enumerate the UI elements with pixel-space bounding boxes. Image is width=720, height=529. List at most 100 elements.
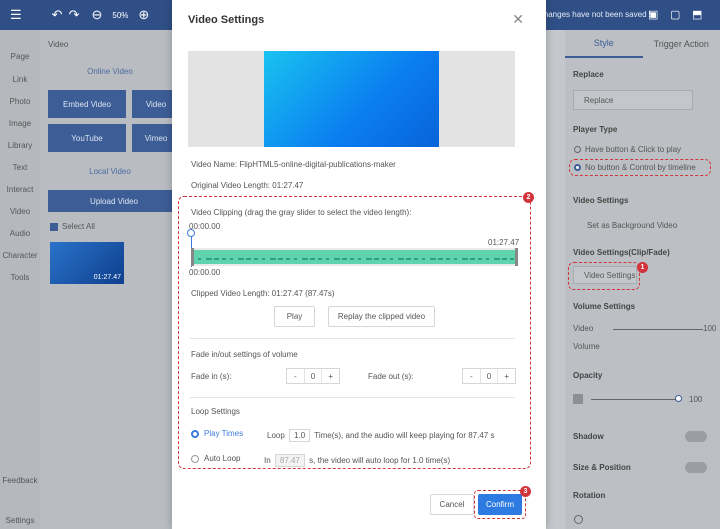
online-video-title: Online Video	[87, 67, 133, 76]
cancel-button[interactable]: Cancel	[430, 494, 474, 515]
waveform-segment	[318, 258, 322, 260]
video-volume-slider[interactable]	[613, 329, 703, 330]
nav-link[interactable]: Link	[0, 75, 40, 84]
video-panel: Video Online Video Embed Video Video You…	[40, 30, 180, 529]
waveform-segment	[486, 258, 489, 260]
tab-style[interactable]: Style	[565, 30, 643, 58]
waveform-segment	[422, 258, 425, 260]
opacity-value: 100	[689, 395, 703, 404]
close-icon[interactable]: ✕	[512, 11, 524, 28]
fade-in-value[interactable]: 0	[303, 369, 323, 383]
waveform-segment	[294, 258, 297, 260]
auto-loop-radio[interactable]	[191, 455, 199, 463]
waveform-segment	[470, 258, 475, 260]
waveform-segment	[334, 258, 340, 260]
replay-clipped-button[interactable]: Replay the clipped video	[328, 306, 435, 327]
waveform-segment	[326, 258, 329, 260]
redo-icon[interactable]: ↷	[69, 7, 80, 23]
upload-video-button[interactable]: Upload Video	[48, 190, 180, 212]
nav-interact[interactable]: Interact	[0, 185, 40, 194]
menu-icon[interactable]: ☰	[10, 7, 22, 23]
waveform-segment	[438, 258, 443, 260]
loop-count-input[interactable]: 1.0	[289, 429, 311, 442]
clip-start-handle[interactable]	[187, 229, 195, 237]
waveform-segment	[302, 258, 308, 260]
fade-in-plus[interactable]: +	[322, 369, 339, 383]
replace-button[interactable]: Replace	[573, 90, 693, 110]
dialog-title: Video Settings	[188, 14, 265, 26]
nav-character[interactable]: Character	[0, 251, 40, 260]
annotation-player-type	[569, 159, 711, 176]
publish-icon[interactable]: ⬒	[692, 8, 702, 21]
volume-label: Volume	[573, 342, 600, 351]
auto-loop-input[interactable]: 87.47	[274, 454, 305, 467]
opacity-slider[interactable]	[591, 399, 679, 400]
youtube-button[interactable]: YouTube	[48, 124, 126, 152]
timeline-bottom-time: 00:00.00	[189, 268, 221, 277]
waveform-segment	[414, 258, 418, 260]
waveform-segment	[270, 258, 276, 260]
volume-settings-label: Volume Settings	[573, 302, 636, 311]
clip-right-handle[interactable]	[515, 248, 518, 266]
auto-loop-label: Auto Loop	[204, 454, 241, 463]
zoom-in-icon[interactable]: ⊕	[138, 7, 149, 23]
fade-in-minus[interactable]: -	[287, 369, 304, 383]
select-all-checkbox[interactable]	[50, 223, 58, 231]
clip-left-handle[interactable]	[191, 248, 194, 266]
unsaved-notice: Changes have not been saved !	[538, 10, 651, 19]
thumbnail-duration: 01:27.47	[93, 274, 121, 281]
save-icon[interactable]: ▣	[648, 8, 658, 21]
fade-in-stepper[interactable]: - 0 +	[286, 368, 340, 384]
nav-audio[interactable]: Audio	[0, 229, 40, 238]
video-frame[interactable]	[264, 51, 439, 147]
undo-icon[interactable]: ↶	[52, 7, 63, 23]
waveform-segment	[406, 258, 411, 260]
nav-tools[interactable]: Tools	[0, 273, 40, 282]
waveform-segment	[382, 258, 386, 260]
fade-out-plus[interactable]: +	[498, 369, 515, 383]
opacity-knob[interactable]	[675, 395, 682, 402]
waveform-segment	[350, 258, 354, 260]
set-background-option[interactable]: Set as Background Video	[587, 221, 677, 230]
player-option-1-radio[interactable]	[574, 146, 581, 153]
annotation-badge-3: 3	[520, 486, 531, 497]
video-volume-value: 100	[703, 324, 717, 333]
nav-library[interactable]: Library	[0, 141, 40, 150]
loop-tail: Time(s), and the audio will keep playing…	[314, 431, 495, 440]
waveform-segment	[230, 258, 233, 260]
size-position-label: Size & Position	[573, 463, 631, 472]
video-thumbnail[interactable]: 01:27.47	[50, 242, 124, 284]
play-times-radio[interactable]	[191, 430, 199, 438]
waveform-segment	[254, 258, 258, 260]
opacity-label: Opacity	[573, 371, 603, 380]
waveform-segment	[278, 258, 283, 260]
nav-page[interactable]: Page	[0, 52, 40, 61]
size-position-toggle[interactable]	[685, 462, 707, 473]
play-button[interactable]: Play	[274, 306, 315, 327]
fade-out-minus[interactable]: -	[463, 369, 480, 383]
opacity-swatch[interactable]	[573, 394, 583, 404]
nav-image[interactable]: Image	[0, 119, 40, 128]
annotation-badge-2: 2	[523, 192, 534, 203]
nav-video[interactable]: Video	[0, 207, 40, 216]
waveform-segment	[502, 258, 507, 260]
fade-out-label: Fade out (s):	[368, 372, 414, 381]
fade-out-stepper[interactable]: - 0 +	[462, 368, 516, 384]
rotation-dial[interactable]	[574, 515, 583, 524]
clip-timeline[interactable]	[191, 248, 518, 266]
preview-icon[interactable]: ▢	[670, 8, 680, 21]
video-settings-dialog: Video Settings ✕ Video Name: FlipHTML5-o…	[172, 0, 546, 529]
zoom-out-icon[interactable]: ⊖	[91, 7, 102, 23]
tab-trigger-action[interactable]: Trigger Action	[643, 30, 720, 58]
loop-title: Loop Settings	[191, 407, 240, 416]
divider	[190, 397, 515, 398]
nav-photo[interactable]: Photo	[0, 97, 40, 106]
annotation-video-settings	[568, 262, 640, 290]
nav-text[interactable]: Text	[0, 163, 40, 172]
nav-feedback[interactable]: Feedback	[0, 476, 40, 485]
shadow-toggle[interactable]	[685, 431, 707, 442]
nav-settings[interactable]: Settings	[0, 516, 40, 525]
embed-video-button[interactable]: Embed Video	[48, 90, 126, 118]
waveform-segment	[198, 258, 201, 260]
fade-out-value[interactable]: 0	[479, 369, 499, 383]
